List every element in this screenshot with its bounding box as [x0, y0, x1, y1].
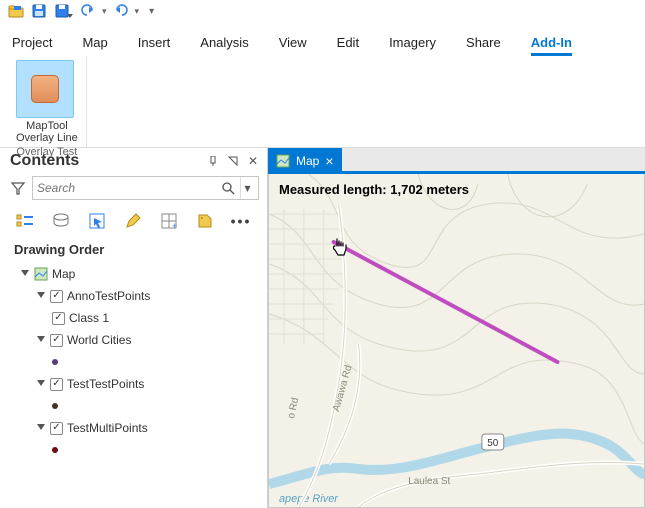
- layer-label: AnnoTestPoints: [67, 289, 150, 303]
- layer-label: TestTestPoints: [67, 377, 144, 391]
- expand-icon[interactable]: [20, 270, 30, 278]
- layer-row[interactable]: TestTestPoints: [14, 373, 257, 395]
- undo-icon[interactable]: [78, 2, 98, 20]
- menu-edit[interactable]: Edit: [337, 35, 359, 56]
- list-labeling-icon[interactable]: [194, 210, 216, 232]
- maptool-overlay-line-button[interactable]: [16, 60, 74, 118]
- class-label: Class 1: [69, 311, 109, 325]
- pin-icon[interactable]: [225, 153, 241, 169]
- expand-icon[interactable]: [36, 292, 46, 300]
- map-view-tab[interactable]: Map ×: [268, 148, 342, 174]
- more-options-icon[interactable]: •••: [230, 210, 252, 232]
- save-icon[interactable]: [30, 2, 50, 20]
- ribbon-button-label: MapToolOverlay Line: [16, 120, 78, 144]
- filter-icon[interactable]: [8, 176, 28, 200]
- layer-symbol-row: [14, 439, 257, 461]
- map-tab-icon: [276, 154, 290, 168]
- layer-tree: Map AnnoTestPoints Class 1 World Cities: [14, 263, 257, 461]
- main-area: Contents ✕ ▾ + •••: [0, 148, 645, 508]
- search-dropdown-icon[interactable]: ▾: [240, 177, 254, 199]
- autohide-icon[interactable]: [205, 153, 221, 169]
- search-input[interactable]: [37, 181, 220, 195]
- svg-text:50: 50: [487, 438, 499, 449]
- menu-insert[interactable]: Insert: [138, 35, 171, 56]
- menu-view[interactable]: View: [279, 35, 307, 56]
- ribbon-group-overlay-test: MapToolOverlay Line Overlay Test: [8, 56, 87, 147]
- list-drawing-order-icon[interactable]: [14, 210, 36, 232]
- main-menu-bar: Project Map Insert Analysis View Edit Im…: [0, 22, 645, 56]
- point-symbol-icon: [52, 447, 58, 453]
- undo-dropdown-icon[interactable]: ▾: [102, 6, 107, 17]
- layer-visibility-checkbox[interactable]: [50, 422, 63, 435]
- layer-row[interactable]: TestMultiPoints: [14, 417, 257, 439]
- ribbon: MapToolOverlay Line Overlay Test: [0, 56, 645, 148]
- menu-map[interactable]: Map: [82, 35, 107, 56]
- contents-pane: Contents ✕ ▾ + •••: [0, 148, 268, 508]
- search-box[interactable]: ▾: [32, 176, 259, 200]
- search-icon[interactable]: [220, 181, 236, 195]
- layer-label: TestMultiPoints: [67, 421, 148, 435]
- map-tab-label: Map: [296, 154, 319, 168]
- maptool-icon: [31, 75, 59, 103]
- map-frame-label: Map: [52, 267, 75, 281]
- layer-symbol-row: [14, 395, 257, 417]
- list-mode-toolbar: + •••: [0, 200, 267, 238]
- map-tab-bar: Map ×: [268, 148, 645, 174]
- close-tab-icon[interactable]: ×: [325, 153, 333, 169]
- save-as-icon[interactable]: [54, 2, 74, 20]
- menu-addin[interactable]: Add-In: [531, 35, 572, 56]
- open-project-icon[interactable]: [6, 2, 26, 20]
- expand-icon[interactable]: [36, 380, 46, 388]
- layer-visibility-checkbox[interactable]: [50, 334, 63, 347]
- menu-share[interactable]: Share: [466, 35, 501, 56]
- menu-analysis[interactable]: Analysis: [200, 35, 248, 56]
- menu-imagery[interactable]: Imagery: [389, 35, 436, 56]
- map-view[interactable]: Measured length: 1,702 meters: [268, 174, 645, 508]
- point-symbol-icon: [52, 403, 58, 409]
- svg-text:+: +: [172, 221, 177, 230]
- svg-text:apepe River: apepe River: [279, 493, 339, 505]
- menu-project[interactable]: Project: [12, 35, 52, 56]
- layer-class-row[interactable]: Class 1: [14, 307, 257, 329]
- measurement-overlay: Measured length: 1,702 meters: [279, 182, 469, 197]
- list-editing-icon[interactable]: [122, 210, 144, 232]
- quick-access-toolbar: ▾ ▾ ▾: [0, 0, 645, 22]
- list-snapping-icon[interactable]: +: [158, 210, 180, 232]
- close-pane-icon[interactable]: ✕: [245, 153, 261, 169]
- class-visibility-checkbox[interactable]: [52, 312, 65, 325]
- layer-visibility-checkbox[interactable]: [50, 290, 63, 303]
- layer-symbol-row: [14, 351, 257, 373]
- layer-label: World Cities: [67, 333, 131, 347]
- map-pane: Map × Measured length: 1,702 meters: [268, 148, 645, 508]
- redo-icon[interactable]: [111, 2, 131, 20]
- layer-visibility-checkbox[interactable]: [50, 378, 63, 391]
- list-data-source-icon[interactable]: [50, 210, 72, 232]
- list-selection-icon[interactable]: [86, 210, 108, 232]
- expand-icon[interactable]: [36, 424, 46, 432]
- svg-text:Laulea St: Laulea St: [408, 476, 450, 487]
- contents-title: Contents: [10, 152, 201, 170]
- layer-row[interactable]: World Cities: [14, 329, 257, 351]
- map-canvas: apepe River o Rd Awawa Rd Laulea St 50: [269, 174, 644, 507]
- drawing-order-heading: Drawing Order: [14, 242, 257, 257]
- redo-dropdown-icon[interactable]: ▾: [135, 6, 140, 17]
- map-icon: [34, 267, 48, 281]
- qat-customize-icon[interactable]: ▾: [149, 6, 154, 17]
- map-frame-row[interactable]: Map: [14, 263, 257, 285]
- expand-icon[interactable]: [36, 336, 46, 344]
- point-symbol-icon: [52, 359, 58, 365]
- layer-row[interactable]: AnnoTestPoints: [14, 285, 257, 307]
